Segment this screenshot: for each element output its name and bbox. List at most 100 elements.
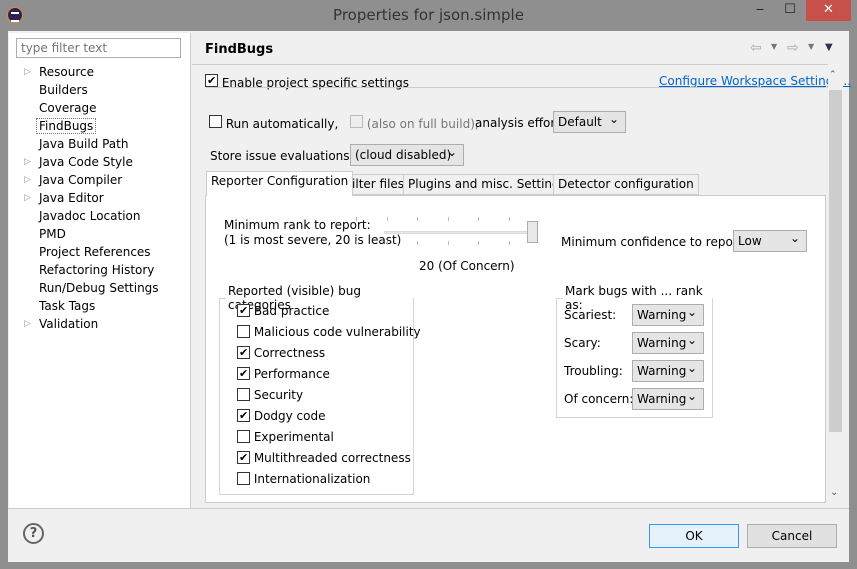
scroll-up-icon[interactable]: ⌃ [829,70,837,80]
category-checkbox[interactable]: Experimental [237,430,334,444]
sidebar-item[interactable]: PMD [24,225,66,243]
analysis-effort-label: analysis effort [475,116,561,130]
category-label: Performance [253,367,330,381]
back-history-dropdown-icon[interactable]: ▼ [771,42,777,51]
slider-tick [356,217,357,221]
category-label: Bad practice [253,304,330,318]
checkbox-icon [237,325,250,338]
sidebar-item[interactable]: Javadoc Location [24,207,140,225]
category-label: Security [253,388,304,402]
full-build-checkbox: (also on full build), [350,115,479,131]
expand-arrow-icon[interactable]: ▷ [24,315,31,333]
sidebar-item-label: Validation [39,317,99,331]
footer-divider [8,508,849,509]
mark-rank-label: Scary: [564,336,601,350]
analysis-effort-select[interactable]: Default [553,111,626,133]
sidebar-item-label: Javadoc Location [39,209,141,223]
category-checkbox[interactable]: Multithreaded correctness [237,451,411,465]
mark-rank-select[interactable]: Warning [632,388,704,410]
slider-tick [508,241,510,245]
slider-tick [417,241,418,245]
forward-arrow-icon[interactable]: ⇨ [787,40,799,56]
category-checkbox[interactable]: Security [237,388,303,402]
sidebar-item-label: PMD [39,227,66,241]
sidebar-item[interactable]: Coverage [24,99,97,117]
checkbox-icon [237,472,250,485]
slider-tick [356,241,357,245]
category-label: Malicious code vulnerability [253,325,421,339]
sidebar-item[interactable]: Refactoring History [24,261,154,279]
cancel-button[interactable]: Cancel [747,524,837,548]
tab-detector-configuration[interactable]: Detector configuration [553,174,699,195]
slider-thumb[interactable] [527,221,538,243]
sidebar-item[interactable]: Java Build Path [24,135,128,153]
sidebar-item[interactable]: ▷ Java Compiler [24,171,122,189]
scroll-down-icon[interactable]: ⌄ [830,487,838,498]
back-arrow-icon[interactable]: ⇦ [750,40,762,56]
view-menu-icon[interactable]: ▼ [825,42,833,53]
mark-rank-label: Troubling: [564,364,623,378]
expand-arrow-icon[interactable]: ▷ [24,171,31,189]
sidebar-item-label: Refactoring History [39,263,155,277]
sidebar-item[interactable]: ▷ Java Editor [24,189,104,207]
checkbox-icon [237,451,250,464]
tab-plugins-settings[interactable]: Plugins and misc. Settings [403,174,571,195]
help-icon[interactable]: ? [23,523,44,544]
close-button[interactable]: ✕ [806,0,851,21]
checkbox-icon [350,115,363,128]
category-checkbox[interactable]: Dodgy code [237,409,326,423]
slider-tick [478,217,479,221]
sidebar-item[interactable]: ▷ Java Code Style [24,153,133,171]
divider [206,87,826,88]
vertical-scrollbar[interactable]: ⌃ ⌄ [828,70,843,502]
minimize-button[interactable]: ‒ [745,0,775,21]
checkbox-icon [237,367,250,380]
checkbox-icon [237,409,250,422]
sidebar-item[interactable]: Project References [24,243,151,261]
sidebar-item[interactable]: Builders [24,81,88,99]
slider-tick [478,241,479,245]
category-checkbox[interactable]: Bad practice [237,304,329,318]
sidebar-item-label: Builders [39,83,88,97]
sidebar-item-label: FindBugs [35,118,97,134]
mark-rank-select[interactable]: Warning [632,360,704,382]
maximize-button[interactable]: ☐ [775,0,805,21]
mark-rank-select[interactable]: Warning [632,332,704,354]
ok-button[interactable]: OK [649,524,739,548]
checkbox-icon [237,346,250,359]
forward-history-dropdown-icon[interactable]: ▼ [808,42,814,51]
slider-track [384,231,538,234]
sidebar-item[interactable]: FindBugs [24,117,97,135]
sidebar-item[interactable]: Task Tags [24,297,95,315]
configure-workspace-link[interactable]: Configure Workspace Settings... [659,74,851,88]
sidebar-item-label: Task Tags [39,299,96,313]
category-label: Multithreaded correctness [253,451,411,465]
filter-input[interactable] [16,38,181,58]
min-confidence-label: Minimum confidence to report: [561,235,747,249]
scrollbar-thumb[interactable] [829,90,842,432]
store-evaluations-select[interactable]: (cloud disabled) [350,144,464,166]
min-confidence-select[interactable]: Low [733,230,807,252]
checkbox-checked-icon [205,74,218,87]
mark-rank-select[interactable]: Warning [632,304,704,326]
full-build-label: (also on full build), [366,117,479,131]
category-checkbox[interactable]: Correctness [237,346,325,360]
tab-reporter-configuration[interactable]: Reporter Configuration [206,171,354,196]
expand-arrow-icon[interactable]: ▷ [24,153,31,171]
page-title: FindBugs [205,42,274,57]
min-rank-hint: (1 is most severe, 20 is least) [224,233,402,247]
run-automatically-checkbox[interactable]: Run automatically, [209,115,338,131]
min-rank-slider[interactable] [356,215,540,247]
sidebar-item[interactable]: ▷ Validation [24,315,98,333]
sidebar-item[interactable]: Run/Debug Settings [24,279,159,297]
checkbox-icon [237,304,250,317]
checkbox-icon [237,388,250,401]
expand-arrow-icon[interactable]: ▷ [24,189,31,207]
sidebar-item-label: Resource [39,65,95,79]
checkbox-icon [209,115,222,128]
expand-arrow-icon[interactable]: ▷ [24,63,31,81]
sidebar-item[interactable]: ▷ Resource [24,63,94,81]
category-checkbox[interactable]: Performance [237,367,330,381]
category-checkbox[interactable]: Internationalization [237,472,370,486]
category-checkbox[interactable]: Malicious code vulnerability [237,325,421,339]
